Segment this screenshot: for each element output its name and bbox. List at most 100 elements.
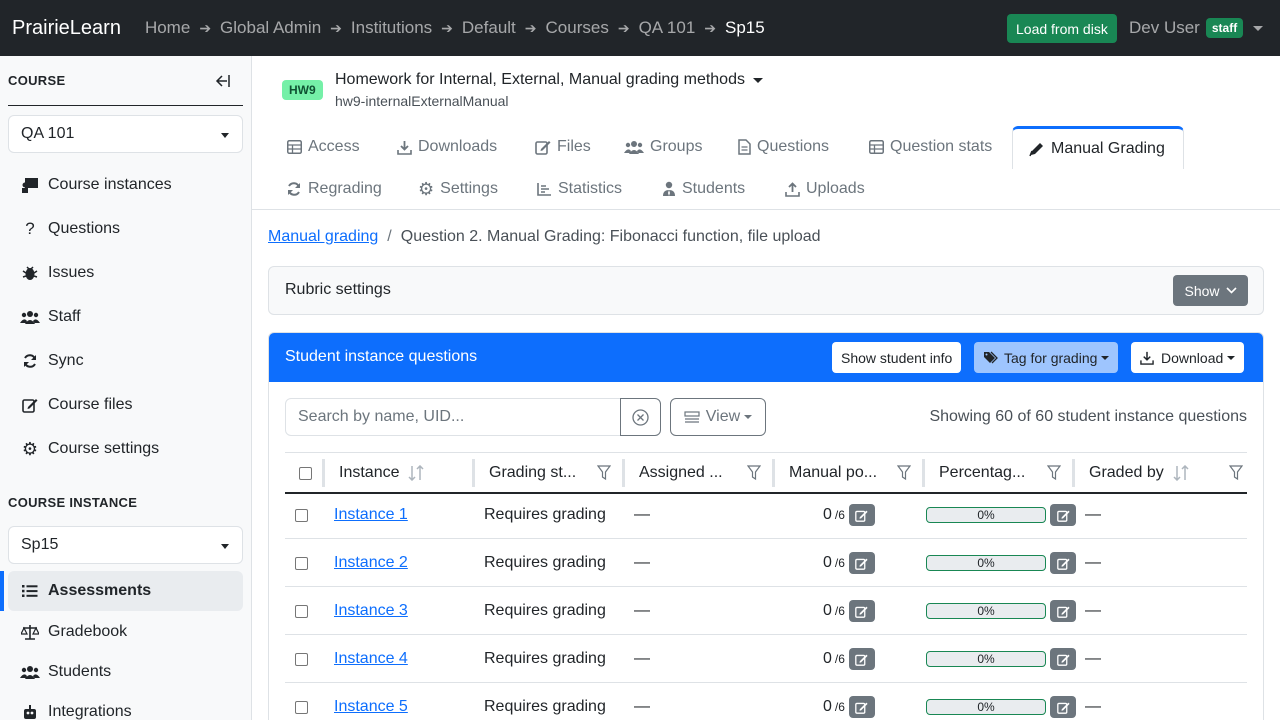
show-student-info-button[interactable]: Show student info [832, 342, 962, 373]
arrow-right-icon: ➔ [330, 19, 342, 36]
sort-icon[interactable] [407, 465, 425, 481]
users-icon [20, 307, 40, 327]
tab-question-stats[interactable]: Question stats [853, 126, 1008, 168]
clear-search-button[interactable] [620, 398, 661, 436]
show-rubric-button[interactable]: Show [1173, 275, 1248, 306]
row-checkbox[interactable] [295, 652, 308, 666]
edit-percentage-button[interactable] [1050, 552, 1076, 574]
sidebar-item-course-instances[interactable]: Course instances [8, 165, 243, 205]
gear-icon: ⚙ [21, 438, 39, 459]
select-all-checkbox[interactable] [298, 466, 312, 480]
assigned-grader: — [634, 506, 650, 523]
tab-uploads[interactable]: Uploads [769, 168, 881, 210]
instance-link[interactable]: Instance 4 [334, 650, 408, 668]
crumb-global-admin[interactable]: Global Admin [220, 18, 321, 38]
edit-percentage-button[interactable] [1050, 648, 1076, 670]
tab-regrading[interactable]: Regrading [270, 168, 398, 210]
row-checkbox[interactable] [295, 556, 308, 570]
sidebar-item-course-files[interactable]: Course files [8, 385, 243, 425]
sort-icon[interactable] [1172, 465, 1190, 481]
bug-icon [20, 263, 40, 283]
sidebar-item-issues[interactable]: Issues [8, 253, 243, 293]
tab-downloads[interactable]: Downloads [381, 126, 513, 168]
edit-points-button[interactable] [848, 504, 875, 526]
edit-percentage-button[interactable] [1050, 504, 1076, 526]
column-instance[interactable]: Instance [325, 453, 475, 493]
tag-for-grading-button[interactable]: Tag for grading [974, 342, 1119, 373]
instance-link[interactable]: Instance 2 [334, 554, 408, 572]
sidebar: COURSE QA 101 Course instances ? Questio… [0, 56, 252, 720]
sidebar-item-sync[interactable]: Sync [8, 341, 243, 381]
users-icon [624, 139, 644, 155]
tab-questions[interactable]: Questions [722, 126, 845, 168]
assessment-title-dropdown[interactable]: Homework for Internal, External, Manual … [335, 71, 763, 89]
column-graded-by[interactable]: Graded by [1075, 453, 1247, 493]
collapse-sidebar-icon[interactable] [215, 74, 231, 92]
sidebar-item-integrations[interactable]: Integrations [8, 692, 243, 720]
instance-link[interactable]: Instance 5 [334, 698, 408, 716]
percentage-bar: 0% [926, 651, 1046, 667]
search-input[interactable]: Search by name, UID... [285, 398, 621, 436]
sidebar-item-questions[interactable]: ? Questions [8, 209, 243, 249]
crumb-home[interactable]: Home [145, 18, 190, 38]
load-from-disk-button[interactable]: Load from disk [1007, 14, 1117, 43]
edit-points-button[interactable] [848, 696, 875, 718]
tab-groups[interactable]: Groups [608, 126, 718, 168]
edit-percentage-button[interactable] [1050, 696, 1076, 718]
column-assigned[interactable]: Assigned ... [625, 453, 775, 493]
course-select-value: QA 101 [21, 125, 75, 142]
course-instance-select[interactable]: Sp15 [8, 526, 243, 564]
sidebar-item-label: Sync [48, 352, 84, 369]
edit-percentage-button[interactable] [1050, 600, 1076, 622]
crumb-courses[interactable]: Courses [546, 18, 609, 38]
tab-access[interactable]: Access [271, 126, 376, 168]
row-checkbox[interactable] [295, 604, 308, 618]
edit-points-button[interactable] [848, 600, 875, 622]
crumb-default[interactable]: Default [462, 18, 516, 38]
tab-label: Questions [757, 138, 830, 155]
brand-logo[interactable]: PrairieLearn [12, 17, 121, 40]
sidebar-item-students[interactable]: Students [8, 652, 243, 692]
user-menu[interactable]: Dev User staff [1129, 18, 1264, 38]
sidebar-item-assessments[interactable]: Assessments [8, 571, 243, 611]
assessment-subtitle: hw9-internalExternalManual [335, 93, 509, 109]
course-select[interactable]: QA 101 [8, 115, 243, 153]
column-manual-points[interactable]: Manual po... [775, 453, 925, 493]
sidebar-item-course-settings[interactable]: ⚙ Course settings [8, 429, 243, 469]
row-checkbox[interactable] [295, 508, 308, 522]
edit-points-button[interactable] [848, 648, 875, 670]
tab-settings[interactable]: ⚙ Settings [402, 168, 514, 210]
sidebar-item-gradebook[interactable]: Gradebook [8, 612, 243, 652]
tab-files[interactable]: Files [519, 126, 607, 168]
max-points: /6 [834, 700, 845, 714]
sidebar-item-label: Integrations [48, 703, 132, 720]
tab-manual-grading[interactable]: Manual Grading [1012, 126, 1184, 169]
column-label: Instance [339, 464, 400, 481]
tab-label: Statistics [558, 180, 623, 197]
sidebar-item-staff[interactable]: Staff [8, 297, 243, 337]
crumb-instance[interactable]: Sp15 [725, 18, 765, 38]
filter-icon[interactable] [746, 465, 762, 486]
instance-link[interactable]: Instance 1 [334, 506, 408, 524]
manual-grading-link[interactable]: Manual grading [268, 228, 378, 246]
tabs-divider [252, 209, 1280, 210]
filter-icon[interactable] [596, 465, 612, 486]
view-columns-button[interactable]: View [670, 398, 766, 436]
filter-icon[interactable] [1228, 465, 1244, 486]
filter-icon[interactable] [1046, 465, 1062, 486]
row-checkbox[interactable] [295, 700, 308, 714]
sync-icon [286, 181, 302, 197]
edit-points-button[interactable] [848, 552, 875, 574]
download-button[interactable]: Download [1131, 342, 1245, 373]
tab-statistics[interactable]: Statistics [521, 168, 638, 210]
tag-label: Tag for grading [1004, 349, 1098, 366]
column-grading-status[interactable]: Grading st... [475, 453, 625, 493]
download-icon [1140, 351, 1154, 365]
column-percentage[interactable]: Percentag... [925, 453, 1075, 493]
crumb-institutions[interactable]: Institutions [351, 18, 432, 38]
tab-students[interactable]: Students [646, 168, 761, 210]
crumb-course[interactable]: QA 101 [639, 18, 696, 38]
robot-icon [20, 702, 40, 720]
instance-link[interactable]: Instance 3 [334, 602, 408, 620]
filter-icon[interactable] [896, 465, 912, 486]
